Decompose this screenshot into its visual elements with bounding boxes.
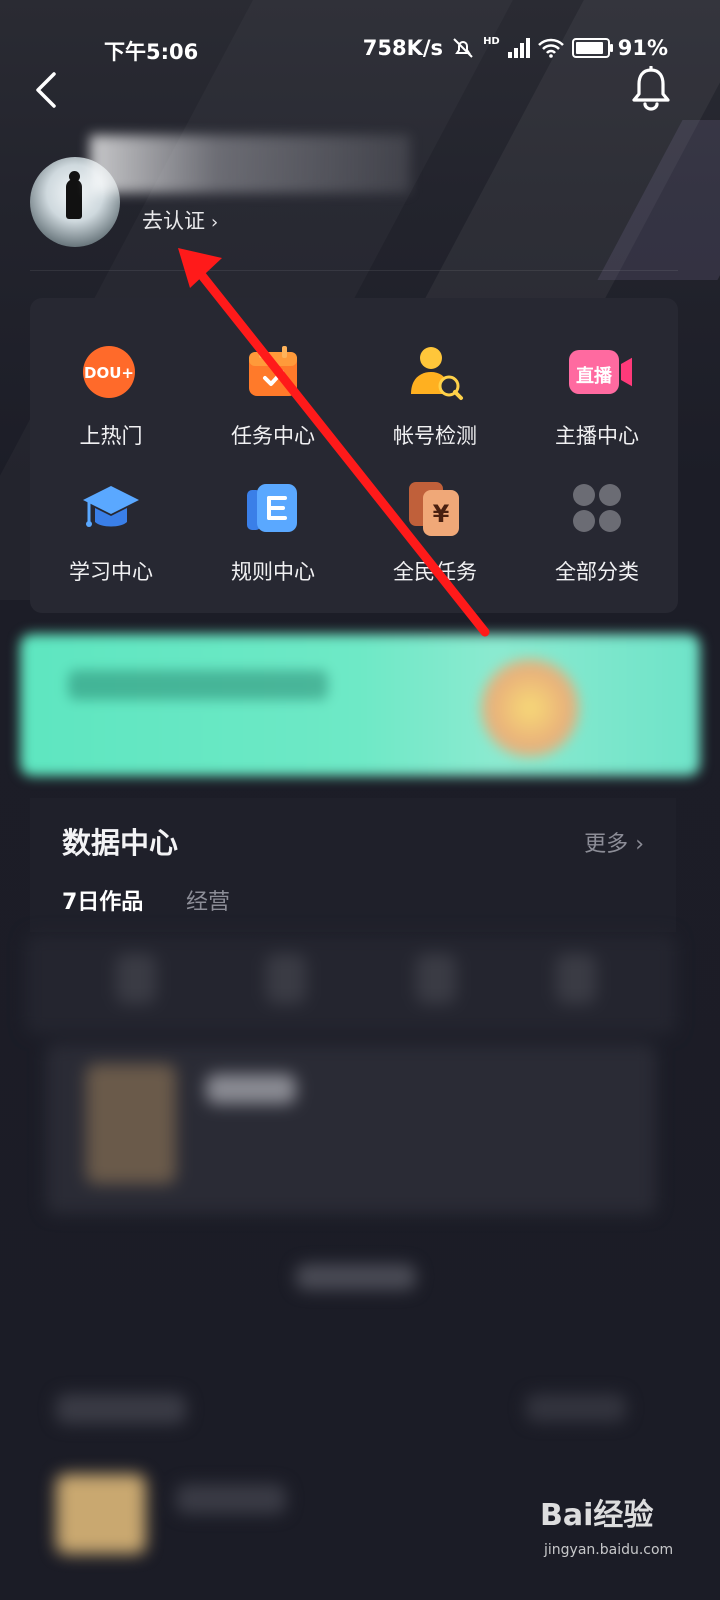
svg-text:¥: ¥ <box>433 500 450 528</box>
svg-text:直播: 直播 <box>576 365 613 387</box>
tab-business[interactable]: 经营 <box>186 884 230 916</box>
battery-level: 91% <box>617 36 668 60</box>
yuan-cards-icon: ¥ <box>409 482 459 536</box>
grid-item-up-hot[interactable]: DOU+ 上热门 <box>30 342 192 450</box>
status-bar: 下午5:06 758K/s HD 91% <box>0 30 720 65</box>
network-speed: 758K/s <box>362 36 444 60</box>
grid-item-label: 全民任务 <box>393 560 477 584</box>
promo-banner-blurred[interactable] <box>20 634 700 776</box>
watermark-url: jingyan.baidu.com <box>544 1542 674 1558</box>
dou-plus-icon: DOU+ <box>83 346 135 398</box>
svg-text:DOU+: DOU+ <box>84 364 134 382</box>
mute-bell-icon <box>453 38 473 58</box>
grid-item-all-categories[interactable]: 全部分类 <box>516 478 678 586</box>
all-categories-icon <box>573 484 621 532</box>
back-arrow-icon[interactable] <box>30 70 66 110</box>
live-camera-icon: 直播 <box>569 350 635 394</box>
grid-item-label: 规则中心 <box>231 560 315 584</box>
divider <box>30 270 678 271</box>
chevron-right-icon: › <box>211 212 219 233</box>
verify-link[interactable]: 去认证 › <box>142 205 218 235</box>
grid-item-label: 任务中心 <box>231 424 315 448</box>
shortcut-grid: DOU+ 上热门 任务中心 帐号检测 直播 主播中心 学习中心 规则中心 ¥ 全… <box>30 298 678 613</box>
hd-badge: HD <box>483 35 500 47</box>
account-check-icon <box>411 347 463 400</box>
signal-icon <box>507 38 530 58</box>
more-label: 更多 <box>584 832 629 857</box>
more-link[interactable]: 更多 › <box>584 826 644 858</box>
grid-item-account-check[interactable]: 帐号检测 <box>354 342 516 450</box>
grid-item-anchor-center[interactable]: 直播 主播中心 <box>516 342 678 450</box>
battery-icon <box>571 38 613 58</box>
grid-item-label: 主播中心 <box>555 424 639 448</box>
grid-item-rules-center[interactable]: 规则中心 <box>192 478 354 586</box>
wifi-icon <box>537 38 564 58</box>
grid-item-label: 帐号检测 <box>393 424 477 448</box>
chevron-right-icon: › <box>635 832 644 857</box>
grid-item-label: 上热门 <box>79 424 143 448</box>
data-center-card: 数据中心 更多 › 7日作品 经营 <box>30 798 676 932</box>
baidu-jingyan-watermark: Bai经验 jingyan.baidu.com <box>540 1490 710 1580</box>
status-time: 下午5:06 <box>104 40 199 64</box>
username-blurred <box>90 135 410 193</box>
grid-item-label: 学习中心 <box>69 560 153 584</box>
watermark-logo: Bai经验 <box>540 1498 654 1533</box>
data-center-title: 数据中心 <box>62 826 179 860</box>
grid-item-all-tasks[interactable]: ¥ 全民任务 <box>354 478 516 586</box>
grid-item-task-center[interactable]: 任务中心 <box>192 342 354 450</box>
rules-book-icon <box>247 484 297 532</box>
notification-bell-icon[interactable] <box>630 66 672 112</box>
graduation-cap-icon <box>83 486 139 527</box>
task-calendar-icon <box>249 346 297 396</box>
grid-item-label: 全部分类 <box>555 560 639 584</box>
tab-7day-works[interactable]: 7日作品 <box>62 884 143 916</box>
grid-item-learning-center[interactable]: 学习中心 <box>30 478 192 586</box>
verify-label: 去认证 <box>142 209 205 233</box>
